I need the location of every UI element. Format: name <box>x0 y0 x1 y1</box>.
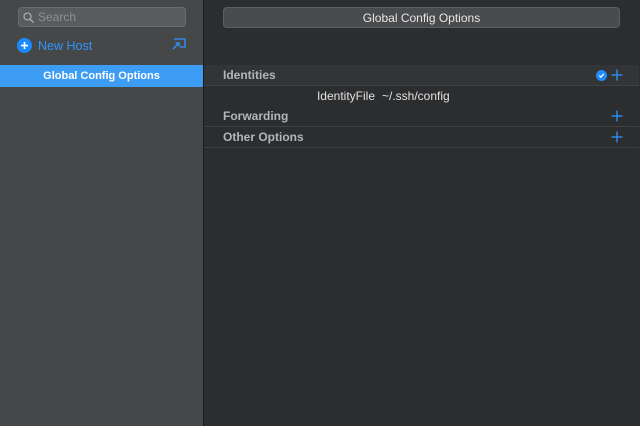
add-other-option-button[interactable] <box>611 131 623 143</box>
host-item-global-config[interactable]: Global Config Options <box>0 65 203 87</box>
plus-circle-icon <box>17 38 32 53</box>
main-panel: Global Config Options Identities Identit… <box>204 0 640 426</box>
search-field[interactable] <box>18 7 197 27</box>
section-actions <box>611 106 623 126</box>
option-key: IdentityFile <box>316 89 375 103</box>
section-title-identities: Identities <box>223 68 276 82</box>
add-forwarding-button[interactable] <box>611 110 623 122</box>
plus-icon <box>611 131 623 143</box>
section-actions <box>611 127 623 147</box>
section-actions <box>596 65 623 85</box>
add-identity-button[interactable] <box>611 69 623 81</box>
search-icon <box>23 9 34 25</box>
new-host-button[interactable]: New Host <box>17 38 92 53</box>
import-icon <box>171 38 187 55</box>
option-row[interactable]: IdentityFile ~/.ssh/config <box>204 86 639 106</box>
search-input[interactable] <box>34 8 197 26</box>
check-circle-icon[interactable] <box>596 69 607 81</box>
section-title-other-options: Other Options <box>223 130 304 144</box>
page-title-text: Global Config Options <box>362 10 481 25</box>
host-list: Global Config Options <box>0 65 203 87</box>
plus-icon <box>611 110 623 122</box>
new-host-label: New Host <box>38 38 93 53</box>
section-title-forwarding: Forwarding <box>223 109 289 123</box>
page-title: Global Config Options <box>223 7 620 28</box>
import-button[interactable] <box>171 37 187 51</box>
option-value: ~/.ssh/config <box>382 89 450 103</box>
section-forwarding: Forwarding <box>204 106 639 127</box>
app-window: New Host Global Config Options Global Co… <box>0 0 640 426</box>
section-other-options: Other Options <box>204 127 639 148</box>
option-sections: Identities IdentityFile ~/.ssh/config Fo… <box>204 65 639 148</box>
sidebar: New Host Global Config Options <box>0 0 204 426</box>
plus-icon <box>611 69 623 81</box>
section-identities: Identities <box>204 65 639 86</box>
host-item-label: Global Config Options <box>43 70 160 82</box>
